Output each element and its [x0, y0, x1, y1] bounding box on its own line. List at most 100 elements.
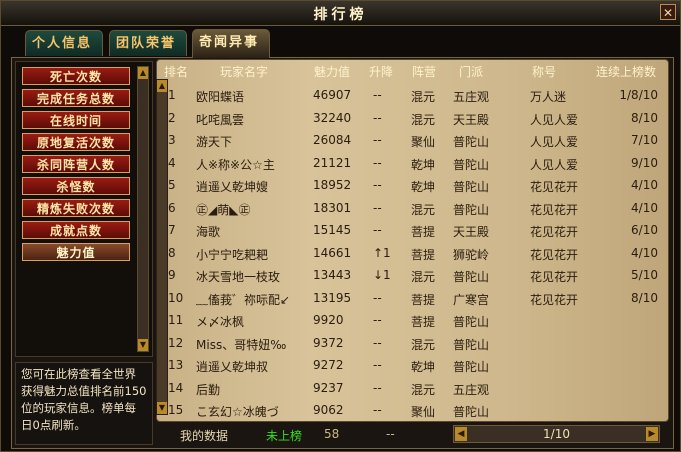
cell-camp: 混元 [411, 202, 436, 217]
cell-change: -- [373, 155, 382, 170]
cell-weeks: 9/10 [631, 155, 658, 170]
cell-rank: 14 [168, 380, 184, 395]
scroll-down-icon[interactable]: ▼ [138, 339, 148, 351]
cell-change: ↓1 [373, 268, 391, 282]
ranking-rows: 1 欧阳蝶语 46907 -- 混元 五庄观 万人迷 1/8/10 2 叱咤風雲 32240 -- 混元… [168, 85, 664, 423]
category-item-quests[interactable]: 完成任务总数 [22, 89, 130, 107]
cell-sect: 普陀山 [453, 270, 490, 284]
table-row[interactable]: 12 Miss、哥特妞‰ 9372 -- 混元 普陀山 [168, 333, 664, 356]
cell-sect: 天王殿 [453, 225, 490, 239]
cell-rank: 15 [168, 403, 184, 417]
cell-value: 21121 [313, 155, 352, 170]
cell-value: 15145 [313, 223, 352, 237]
table-row[interactable]: 2 叱咤風雲 32240 -- 混元 天王殿 人见人爱 8/10 [168, 108, 664, 131]
table-row[interactable]: 11 メ〆冰枫 9920 -- 菩提 普陀山 [168, 310, 664, 333]
cell-camp: 混元 [411, 337, 436, 352]
cell-camp: 菩提 [411, 315, 436, 329]
cell-sect: 天王殿 [453, 112, 490, 127]
table-row[interactable]: 6 ㊣◢萌◣㊣ 18301 -- 混元 普陀山 花见花开 4/10 [168, 198, 664, 221]
cell-camp: 菩提 [411, 225, 436, 239]
cell-weeks: 7/10 [631, 133, 658, 147]
cell-change: -- [373, 335, 382, 350]
cell-camp: 混元 [411, 112, 436, 127]
my-charm-value: 58 [324, 427, 340, 441]
cell-name: 海歌 [196, 225, 221, 239]
table-row[interactable]: 13 逍遥乂乾坤叔 9272 -- 乾坤 普陀山 [168, 355, 664, 378]
header-rank: 排名 [164, 65, 189, 79]
cell-change: -- [373, 110, 382, 125]
header-name: 玩家名字 [220, 65, 269, 79]
category-item-deaths[interactable]: 死亡次数 [22, 67, 130, 85]
cell-camp: 聚仙 [411, 135, 436, 149]
cell-camp: 混元 [411, 382, 436, 397]
cell-name: 叱咤風雲 [196, 112, 245, 127]
cell-change: ↑1 [373, 245, 391, 260]
cell-sect: 普陀山 [453, 202, 490, 217]
page-indicator: 1/10 [543, 427, 570, 441]
cell-weeks: 4/10 [631, 178, 658, 192]
scroll-down-icon[interactable]: ▼ [157, 402, 167, 414]
header-value: 魅力值 [314, 65, 351, 79]
cell-rank: 13 [168, 358, 184, 372]
category-item-achievement-points[interactable]: 成就点数 [22, 221, 130, 239]
table-row[interactable]: 1 欧阳蝶语 46907 -- 混元 五庄观 万人迷 1/8/10 [168, 85, 664, 108]
table-row[interactable]: 15 こ玄幻☆冰魄づ 9062 -- 聚仙 普陀山 [168, 400, 664, 423]
table-row[interactable]: 3 游天下 26084 -- 聚仙 普陀山 人见人爱 7/10 [168, 130, 664, 153]
cell-title: 人见人爱 [530, 157, 579, 172]
cell-rank: 3 [168, 133, 176, 147]
cell-change: -- [373, 133, 382, 147]
cell-rank: 10 [168, 290, 184, 305]
table-row[interactable]: 7 海歌 15145 -- 菩提 天王殿 花见花开 6/10 [168, 220, 664, 243]
tab-curiosities[interactable]: 奇闻异事 [192, 29, 270, 58]
cell-title: 花见花开 [530, 225, 579, 239]
cell-value: 9237 [313, 380, 344, 395]
tab-team-honor[interactable]: 团队荣誉 [109, 30, 187, 56]
cell-change: -- [373, 200, 382, 215]
category-item-monster-kills[interactable]: 杀怪数 [22, 177, 130, 195]
my-rank-status: 未上榜 [266, 429, 303, 443]
cell-change: -- [373, 380, 382, 395]
category-item-same-camp-kills[interactable]: 杀同阵营人数 [22, 155, 130, 173]
hint-text: 您可在此榜查看全世界获得魅力总值排名前150位的玩家信息。榜单每日0点刷新。 [15, 362, 153, 445]
my-change: -- [386, 427, 395, 441]
close-icon[interactable]: ✕ [660, 4, 676, 20]
scroll-up-icon[interactable]: ▲ [138, 67, 148, 79]
cell-rank: 12 [168, 335, 184, 350]
category-item-online-time[interactable]: 在线时间 [22, 111, 130, 129]
header-change: 升降 [369, 65, 394, 79]
table-row[interactable]: 5 逍遥乂乾坤嫂 18952 -- 乾坤 普陀山 花见花开 4/10 [168, 175, 664, 198]
table-row[interactable]: 14 后勤 9237 -- 混元 五庄观 [168, 378, 664, 401]
category-item-charm[interactable]: 魅力值 [22, 243, 130, 261]
cell-title: 万人迷 [530, 90, 567, 104]
cell-title: 花见花开 [530, 270, 579, 284]
cell-sect: 普陀山 [453, 405, 490, 419]
table-row[interactable]: 10 ﹏傗莪゛祢呩配↙ 13195 -- 菩提 广寒宫 花见花开 8/10 [168, 288, 664, 311]
table-row[interactable]: 9 冰天雪地一枝玫 13443 ↓1 混元 普陀山 花见花开 5/10 [168, 265, 664, 288]
table-row[interactable]: 4 人※称※公☆主 21121 -- 乾坤 普陀山 人见人爱 9/10 [168, 153, 664, 176]
cell-rank: 2 [168, 110, 176, 125]
cell-rank: 5 [168, 178, 176, 192]
cell-title: 人见人爱 [530, 112, 579, 127]
table-row[interactable]: 8 小宁宁吃耙耙 14661 ↑1 菩提 狮驼岭 花见花开 4/10 [168, 243, 664, 266]
cell-weeks: 8/10 [631, 110, 658, 125]
table-scrollbar[interactable]: ▲ ▼ [156, 79, 168, 415]
cell-sect: 普陀山 [453, 315, 490, 329]
cell-sect: 五庄观 [453, 382, 490, 397]
next-page-icon[interactable]: ▶ [646, 427, 658, 441]
cell-rank: 8 [168, 245, 176, 260]
cell-value: 13443 [313, 268, 352, 282]
cell-sect: 狮驼岭 [453, 247, 490, 262]
header-weeks: 连续上榜数 [596, 65, 657, 79]
tab-personal-info[interactable]: 个人信息 [25, 30, 103, 56]
scroll-up-icon[interactable]: ▲ [157, 80, 167, 92]
category-scrollbar[interactable]: ▲ ▼ [137, 66, 149, 352]
cell-name: 欧阳蝶语 [196, 90, 245, 104]
cell-rank: 1 [168, 88, 176, 102]
cell-value: 18301 [313, 200, 352, 215]
cell-camp: 乾坤 [411, 157, 436, 172]
cell-sect: 普陀山 [453, 360, 490, 374]
category-item-refine-fails[interactable]: 精炼失败次数 [22, 199, 130, 217]
title-bar[interactable]: 排行榜 ✕ [1, 1, 680, 26]
category-item-revives[interactable]: 原地复活次数 [22, 133, 130, 151]
pager: ◀ 1/10 ▶ [453, 425, 660, 443]
